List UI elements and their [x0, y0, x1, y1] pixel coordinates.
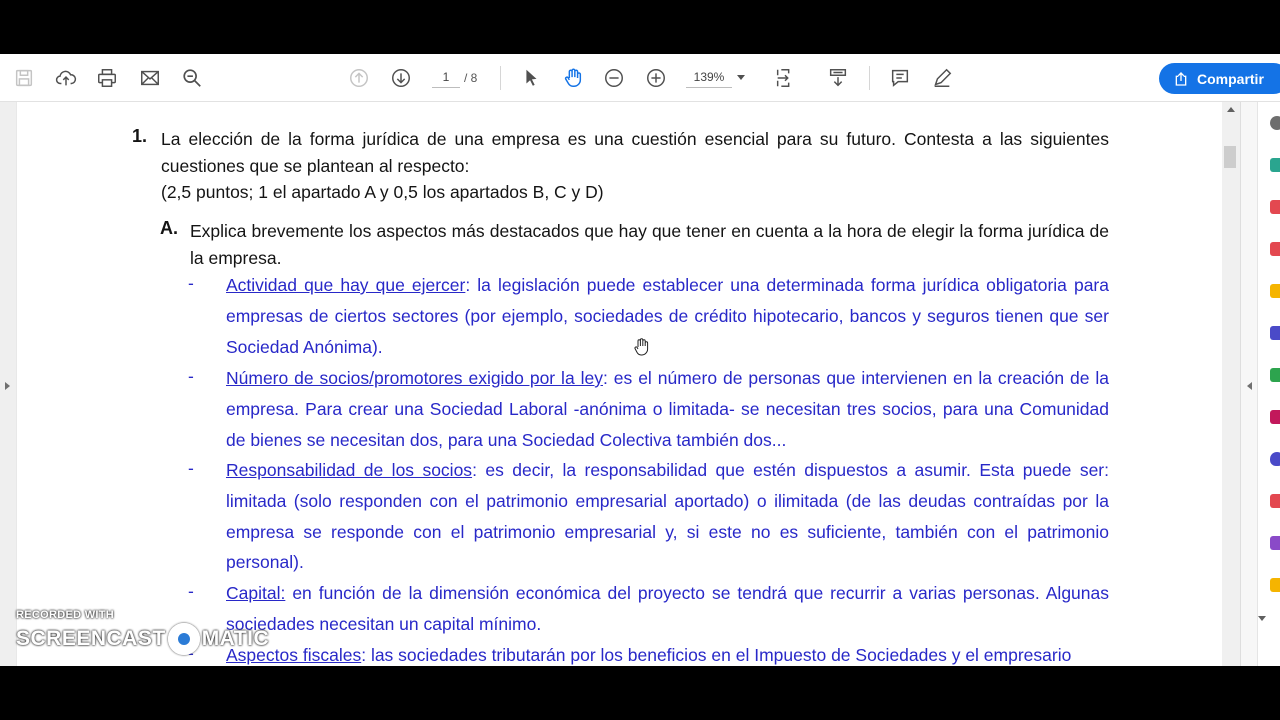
zoom-out-icon[interactable]	[602, 66, 626, 90]
item-dash: -	[188, 366, 194, 386]
right-tools-panel	[1240, 102, 1280, 666]
part-a-letter: A.	[160, 218, 178, 238]
item-title: Número de socios/promotores exigido por …	[226, 368, 603, 388]
item-title: Actividad que hay que ejercer	[226, 275, 466, 295]
pdf-toolbar: / 8 Compartir	[0, 54, 1280, 102]
compress-pdf-icon[interactable]	[1270, 494, 1280, 508]
search-tool-icon[interactable]	[1270, 116, 1280, 130]
watermark-brand-a: SCREENCAST	[16, 627, 166, 650]
zoom-search-icon[interactable]	[180, 66, 204, 90]
share-button[interactable]: Compartir	[1159, 63, 1280, 94]
answer-item: Actividad que hay que ejercer: la legisl…	[226, 270, 1109, 362]
page-number-input[interactable]	[432, 66, 460, 88]
panel-scroll-down-icon[interactable]	[1258, 616, 1266, 621]
fill-sign-icon[interactable]	[1270, 410, 1280, 424]
item-dash: -	[188, 273, 194, 293]
toolbar-divider	[869, 66, 870, 90]
toolbar-divider	[500, 66, 501, 90]
part-a-text: Explica brevemente los aspectos más dest…	[190, 221, 1109, 268]
combine-files-icon[interactable]	[1270, 326, 1280, 340]
next-page-icon[interactable]	[389, 66, 413, 90]
left-panel-collapsed	[0, 102, 16, 666]
video-letterbox-top	[0, 0, 1280, 54]
answer-item: Capital: en función de la dimensión econ…	[226, 578, 1109, 640]
question-text: La elección de la forma jurídica de una …	[161, 126, 1109, 206]
upload-icon[interactable]	[54, 66, 78, 90]
zoom-in-icon[interactable]	[644, 66, 668, 90]
comment-icon[interactable]	[888, 66, 912, 90]
vertical-scrollbar[interactable]	[1222, 102, 1240, 666]
save-icon[interactable]	[12, 66, 36, 90]
item-dash: -	[188, 458, 194, 478]
send-for-signature-icon[interactable]	[1270, 536, 1280, 550]
item-text: en función de la dimensión económica del…	[226, 583, 1109, 634]
answer-item: Responsabilidad de los socios: es decir,…	[226, 455, 1109, 578]
protect-icon[interactable]	[1270, 452, 1280, 466]
tools-strip	[1257, 102, 1280, 666]
answer-item: Número de socios/promotores exigido por …	[226, 363, 1109, 455]
edit-pdf-icon[interactable]	[1270, 242, 1280, 256]
answer-item: Aspectos fiscales: las sociedades tribut…	[226, 640, 1109, 666]
scroll-up-icon[interactable]	[1227, 107, 1235, 112]
email-icon[interactable]	[138, 66, 162, 90]
zoom-dropdown-chevron-icon[interactable]	[737, 75, 745, 80]
hand-tool-icon[interactable]	[561, 66, 585, 90]
select-cursor-icon[interactable]	[519, 66, 543, 90]
page-total: / 8	[464, 71, 478, 85]
scroll-thumb[interactable]	[1224, 146, 1236, 168]
item-title: Capital:	[226, 583, 286, 603]
collapse-right-panel-icon[interactable]	[1247, 382, 1252, 390]
item-text: las sociedades tributarán por los benefi…	[366, 645, 1072, 665]
watermark-line2: SCREENCAST MATIC	[16, 623, 269, 655]
print-icon[interactable]	[95, 66, 119, 90]
prev-page-icon[interactable]	[347, 66, 371, 90]
question-number: 1.	[132, 126, 148, 146]
comment-tool-icon[interactable]	[1270, 284, 1280, 298]
screencast-watermark: RECORDED WITH SCREENCAST MATIC	[16, 609, 269, 655]
pen-icon[interactable]	[930, 66, 954, 90]
question-points: (2,5 puntos; 1 el apartado A y 0,5 los a…	[161, 182, 604, 202]
screencast-logo-icon	[167, 623, 200, 655]
question-statement: La elección de la forma jurídica de una …	[161, 129, 1109, 176]
zoom-level-input[interactable]	[686, 66, 732, 88]
export-pdf-icon[interactable]	[1270, 158, 1280, 172]
share-button-label: Compartir	[1197, 70, 1264, 87]
more-tools-icon[interactable]	[1270, 578, 1280, 592]
scroll-mode-icon[interactable]	[826, 66, 850, 90]
create-pdf-icon[interactable]	[1270, 200, 1280, 214]
expand-left-panel-icon[interactable]	[5, 382, 10, 390]
watermark-line1: RECORDED WITH	[16, 609, 115, 621]
item-title: Responsabilidad de los socios	[226, 460, 473, 480]
item-dash: -	[188, 581, 194, 601]
video-letterbox-bottom	[0, 666, 1280, 720]
fit-page-icon[interactable]	[773, 66, 797, 90]
hand-cursor-icon	[634, 338, 649, 356]
organize-pages-icon[interactable]	[1270, 368, 1280, 382]
watermark-brand-b: MATIC	[201, 627, 270, 650]
